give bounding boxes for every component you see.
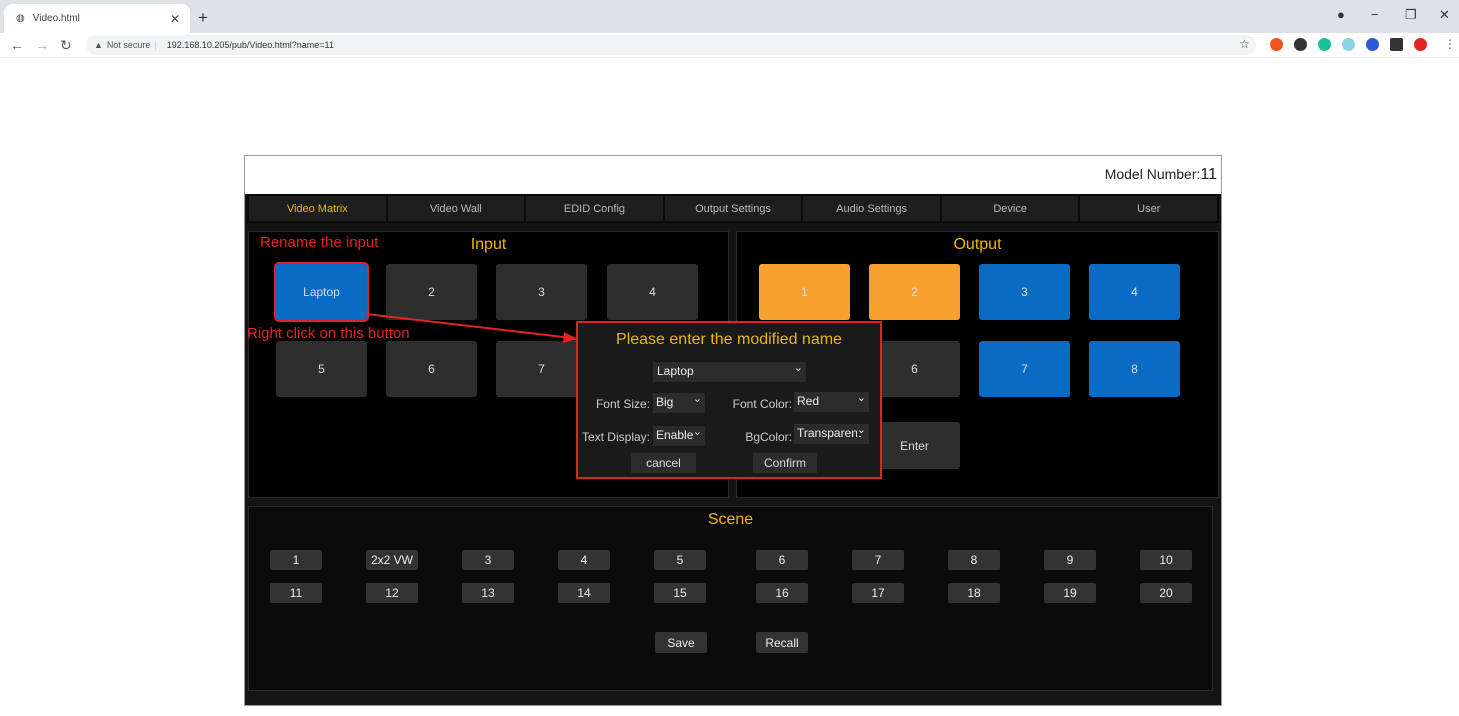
font-color-select[interactable]: Red [794, 392, 869, 412]
input-button-5[interactable]: 5 [276, 341, 367, 397]
browser-tab[interactable]: ◍ Video.html ✕ [4, 4, 190, 33]
save-button[interactable]: Save [655, 632, 707, 653]
scene-button-4[interactable]: 4 [558, 550, 610, 570]
menu-output-settings[interactable]: Output Settings [665, 196, 802, 221]
puzzle-icon[interactable] [1390, 38, 1403, 51]
input-button-1[interactable]: Laptop [276, 264, 367, 320]
tab-title: Video.html [33, 13, 80, 24]
minimize-button[interactable]: − [1371, 7, 1379, 22]
url-bar[interactable]: ▲ Not secure | 192.168.10.205/pub/Video.… [86, 35, 1256, 55]
scene-button-8[interactable]: 8 [948, 550, 1000, 570]
scene-button-20[interactable]: 20 [1140, 583, 1192, 603]
menu-edid-config[interactable]: EDID Config [526, 196, 663, 221]
text-display-select[interactable]: Enable [653, 426, 705, 446]
input-button-4[interactable]: 4 [607, 264, 698, 320]
menu-video-matrix[interactable]: Video Matrix [249, 196, 386, 221]
profile-icon[interactable]: ● [1337, 7, 1345, 22]
restore-button[interactable]: ❐ [1405, 7, 1417, 23]
output-button-7[interactable]: 7 [979, 341, 1070, 397]
menu-video-wall[interactable]: Video Wall [388, 196, 525, 221]
new-tab-button[interactable]: + [198, 8, 208, 28]
dialog-title: Please enter the modified name [578, 331, 880, 349]
model-label: Model Number: [1105, 166, 1201, 182]
output-button-8[interactable]: 8 [1089, 341, 1180, 397]
extension-icon[interactable] [1366, 38, 1379, 51]
close-tab-icon[interactable]: ✕ [170, 12, 180, 26]
output-button-6[interactable]: 6 [869, 341, 960, 397]
scene-button-15[interactable]: 15 [654, 583, 706, 603]
enter-button[interactable]: Enter [869, 422, 960, 469]
bgcolor-select[interactable]: Transparent [794, 424, 869, 444]
security-label: Not secure [107, 40, 151, 50]
scene-button-19[interactable]: 19 [1044, 583, 1096, 603]
font-size-select[interactable]: Big [653, 393, 705, 413]
output-title: Output [737, 236, 1218, 254]
scene-button-13[interactable]: 13 [462, 583, 514, 603]
scene-button-6[interactable]: 6 [756, 550, 808, 570]
scene-panel: Scene 1 2x2 VW 3 4 5 6 7 8 9 10 11 12 13 14 15 16 17 18 19… [248, 506, 1213, 691]
output-button-4[interactable]: 4 [1089, 264, 1180, 320]
menu-device[interactable]: Device [942, 196, 1079, 221]
bookmark-star-icon[interactable]: ☆ [1239, 37, 1250, 51]
annotation-rename: Rename the input [260, 234, 378, 251]
output-button-2[interactable]: 2 [869, 264, 960, 320]
recall-button[interactable]: Recall [756, 632, 808, 653]
extension-icon[interactable] [1414, 38, 1427, 51]
extension-icon[interactable] [1342, 38, 1355, 51]
scene-button-16[interactable]: 16 [756, 583, 808, 603]
scene-button-1[interactable]: 1 [270, 550, 322, 570]
extension-icon[interactable] [1270, 38, 1283, 51]
font-color-label: Font Color: [718, 397, 792, 411]
close-window-button[interactable]: ✕ [1439, 7, 1450, 23]
app-header: Model Number:11 [245, 156, 1221, 194]
bgcolor-label: BgColor: [718, 430, 792, 444]
extension-icon[interactable] [1294, 38, 1307, 51]
scene-button-9[interactable]: 9 [1044, 550, 1096, 570]
reload-icon[interactable]: ↻ [60, 37, 72, 54]
scene-button-2[interactable]: 2x2 VW [366, 550, 418, 570]
font-size-label: Font Size: [582, 397, 650, 411]
scene-button-7[interactable]: 7 [852, 550, 904, 570]
forward-icon[interactable]: → [35, 37, 49, 53]
scene-button-10[interactable]: 10 [1140, 550, 1192, 570]
model-value: 11 [1200, 166, 1217, 183]
grammarly-icon[interactable] [1318, 38, 1331, 51]
url-text: 192.168.10.205/pub/Video.html?name=11 [167, 40, 334, 50]
menu-icon[interactable]: ⋮ [1444, 37, 1456, 51]
back-icon[interactable]: ← [10, 37, 24, 53]
annotation-arrow-icon [360, 310, 590, 350]
scene-button-14[interactable]: 14 [558, 583, 610, 603]
warning-icon: ▲ [94, 40, 103, 50]
output-button-3[interactable]: 3 [979, 264, 1070, 320]
scene-button-3[interactable]: 3 [462, 550, 514, 570]
main-menu: Video Matrix Video Wall EDID Config Outp… [247, 194, 1219, 223]
scene-button-12[interactable]: 12 [366, 583, 418, 603]
scene-button-5[interactable]: 5 [654, 550, 706, 570]
scene-title: Scene [249, 511, 1212, 529]
cancel-button[interactable]: cancel [631, 453, 696, 473]
confirm-button[interactable]: Confirm [753, 453, 817, 473]
menu-audio-settings[interactable]: Audio Settings [803, 196, 940, 221]
text-display-label: Text Display: [578, 430, 650, 444]
globe-icon: ◍ [16, 13, 25, 24]
scene-button-18[interactable]: 18 [948, 583, 1000, 603]
scene-button-17[interactable]: 17 [852, 583, 904, 603]
name-input[interactable]: Laptop [653, 362, 806, 382]
browser-tab-bar: ◍ Video.html ✕ + ● − ❐ ✕ [0, 0, 1459, 33]
scene-button-11[interactable]: 11 [270, 583, 322, 603]
menu-user[interactable]: User [1080, 196, 1217, 221]
output-button-1[interactable]: 1 [759, 264, 850, 320]
rename-dialog: Please enter the modified name Laptop Fo… [576, 321, 882, 479]
